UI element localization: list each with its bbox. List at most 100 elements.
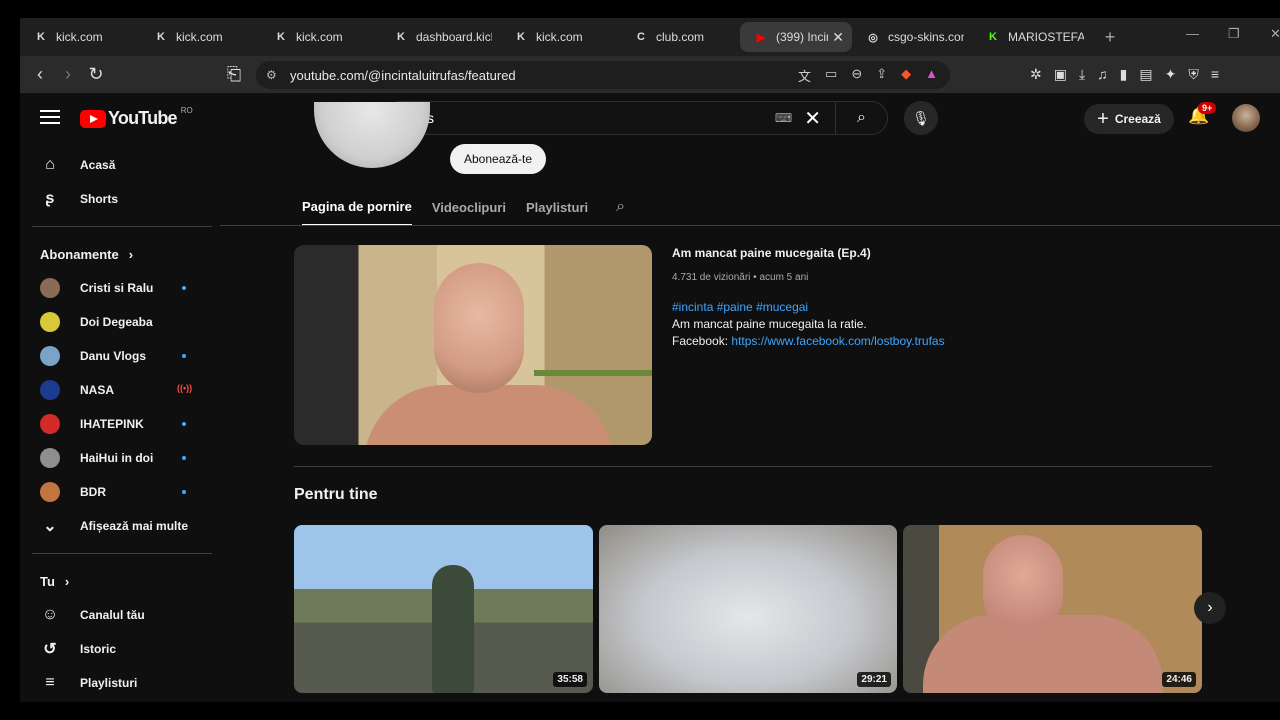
- search-box[interactable]: trufas ⌨ ✕ ⌕: [384, 101, 888, 135]
- wallet-icon[interactable]: ▤: [1139, 66, 1152, 83]
- share-icon[interactable]: ⇪: [876, 66, 887, 85]
- sidebar-item-history[interactable]: ↺ Istoric: [20, 632, 220, 666]
- search-button[interactable]: ⌕: [835, 102, 887, 134]
- video-card[interactable]: 35:58: [294, 525, 593, 693]
- subscription-label: Cristi si Ralu: [80, 281, 154, 295]
- hashtags-link[interactable]: #incinta #paine #mucegai: [672, 299, 1232, 316]
- brave-rewards-icon[interactable]: ▲: [925, 66, 938, 85]
- account-avatar[interactable]: [1232, 104, 1260, 132]
- close-tab-icon[interactable]: ✕: [832, 29, 844, 46]
- tab-club[interactable]: Cclub.com: [620, 22, 740, 52]
- subscriptions-header[interactable]: Abonamente ›: [20, 237, 220, 271]
- tab-kick-2[interactable]: Kkick.com: [140, 22, 260, 52]
- youtube-icon: ▶: [756, 31, 766, 44]
- sidebar-item-shorts[interactable]: ʂ Shorts: [20, 182, 220, 216]
- tab-home[interactable]: Pagina de pornire: [302, 188, 412, 226]
- tab-kick-3[interactable]: Kkick.com: [260, 22, 380, 52]
- history-icon: ↺: [43, 641, 57, 658]
- subscription-label: BDR: [80, 485, 106, 499]
- featured-video-meta: 4.731 de vizionări • acum 5 ani: [672, 272, 809, 283]
- sidebar-item-subscription[interactable]: Doi Degeaba: [20, 305, 220, 339]
- sidebar-item-subscription[interactable]: Danu Vlogs: [20, 339, 220, 373]
- tab-youtube-active[interactable]: ▶ (399) Incin ✕: [740, 22, 852, 52]
- notifications-button[interactable]: 🔔 9+: [1188, 102, 1217, 126]
- channel-avatar-icon: [40, 414, 60, 434]
- duration-badge: 35:58: [553, 672, 587, 687]
- zoom-icon[interactable]: ⊖: [851, 66, 862, 85]
- channel-search-icon[interactable]: ⌕: [616, 188, 625, 226]
- vpn-icon[interactable]: ⛨: [1188, 66, 1199, 83]
- chevron-right-icon: ›: [64, 573, 70, 589]
- thumbnail-face: [434, 263, 524, 393]
- thumbnail-body: [364, 385, 614, 445]
- tab-videos[interactable]: Videoclipuri: [432, 188, 506, 226]
- keyboard-icon[interactable]: ⌨: [775, 111, 792, 125]
- music-icon[interactable]: ♫: [1097, 66, 1108, 83]
- sidebar-item-subscription[interactable]: Cristi si Ralu: [20, 271, 220, 305]
- next-arrow-button[interactable]: ›: [1194, 592, 1226, 624]
- back-icon[interactable]: ‹: [26, 64, 54, 85]
- tab-playlists[interactable]: Playlisturi: [526, 188, 588, 226]
- cast-icon[interactable]: ▭: [825, 66, 837, 85]
- brave-shields-icon[interactable]: ◆: [901, 66, 911, 85]
- new-content-dot: [182, 456, 186, 460]
- restore-icon[interactable]: ❐: [1228, 26, 1240, 42]
- url-text: youtube.com/@incintaluitrufas/featured: [290, 67, 516, 83]
- sidebar-item-your-channel[interactable]: ☺ Canalul tău: [20, 598, 220, 632]
- divider: [294, 466, 1212, 467]
- download-icon[interactable]: ⤓: [1079, 66, 1085, 83]
- video-card[interactable]: 29:21: [599, 525, 897, 693]
- divider: [220, 225, 1280, 226]
- subscription-label: NASA: [80, 383, 115, 397]
- playlists-icon: ≡: [45, 674, 55, 691]
- kick-icon: K: [989, 31, 997, 43]
- close-window-icon[interactable]: ✕: [1270, 26, 1280, 42]
- site-settings-icon[interactable]: ⚙: [266, 68, 280, 82]
- sidebar-icon[interactable]: ▮: [1120, 66, 1128, 83]
- bookmark-icon[interactable]: ⎗: [220, 64, 248, 85]
- sidebar-item-subscription[interactable]: NASA ((•)): [20, 373, 220, 407]
- sidebar-item-subscription[interactable]: IHATEPINK: [20, 407, 220, 441]
- clear-search-icon[interactable]: ✕: [804, 106, 821, 131]
- show-more-button[interactable]: ⌄ Afișează mai multe: [20, 509, 220, 543]
- video-card[interactable]: 24:46: [903, 525, 1202, 693]
- url-bar[interactable]: ⚙ youtube.com/@incintaluitrufas/featured…: [256, 61, 950, 89]
- chevron-right-icon: ›: [128, 246, 134, 262]
- menu-icon[interactable]: ≡: [1211, 66, 1219, 83]
- tab-kick-4[interactable]: Kkick.com: [500, 22, 620, 52]
- youtube-logo[interactable]: YouTube RO: [80, 106, 193, 129]
- tab-kick-1[interactable]: Kkick.com: [20, 22, 140, 52]
- sidebar-item-subscription[interactable]: HaiHui in doi: [20, 441, 220, 475]
- extensions-icon[interactable]: ✲: [1030, 66, 1042, 83]
- thumbnail-face: [983, 535, 1063, 635]
- new-content-dot: [182, 422, 186, 426]
- facebook-link[interactable]: https://www.facebook.com/lostboy.trufas: [731, 334, 944, 348]
- guide-menu-icon[interactable]: [40, 106, 60, 128]
- featured-video-info: Am mancat paine mucegaita (Ep.4) 4.731 d…: [672, 246, 1232, 350]
- live-icon: ((•)): [177, 383, 193, 393]
- create-button[interactable]: + Creează: [1084, 104, 1174, 134]
- sidebar-item-subscription[interactable]: BDR: [20, 475, 220, 509]
- screenshot-icon[interactable]: ▣: [1054, 66, 1067, 83]
- you-header[interactable]: Tu ›: [20, 564, 220, 598]
- tab-mariostefan[interactable]: KMARIOSTEFAN: [972, 22, 1092, 52]
- sidebar-item-playlists[interactable]: ≡ Playlisturi: [20, 666, 220, 700]
- new-tab-button[interactable]: +: [1092, 27, 1128, 48]
- featured-video-thumbnail[interactable]: [294, 245, 652, 445]
- kick-icon: K: [397, 31, 405, 43]
- translate-icon[interactable]: 文: [798, 66, 811, 85]
- channel-avatar[interactable]: [314, 102, 430, 168]
- leo-ai-icon[interactable]: ✦: [1165, 66, 1177, 83]
- voice-search-button[interactable]: 🎙: [904, 101, 938, 135]
- subscribe-button[interactable]: Abonează-te: [450, 144, 547, 174]
- reload-icon[interactable]: ↻: [82, 64, 110, 85]
- forward-icon[interactable]: ›: [54, 64, 82, 85]
- tab-csgo-skins[interactable]: ◎ csgo-skins.com: [852, 22, 972, 52]
- search-input[interactable]: trufas: [385, 110, 775, 126]
- sidebar: ⌂ Acasă ʂ Shorts Abonamente › Cristi si Ral…: [20, 148, 220, 700]
- featured-video-title[interactable]: Am mancat paine mucegaita (Ep.4): [672, 246, 1232, 260]
- channel-avatar-icon: [40, 448, 60, 468]
- tab-dashboard-kick[interactable]: Kdashboard.kick: [380, 22, 500, 52]
- minimize-icon[interactable]: —: [1186, 26, 1199, 41]
- sidebar-item-home[interactable]: ⌂ Acasă: [20, 148, 220, 182]
